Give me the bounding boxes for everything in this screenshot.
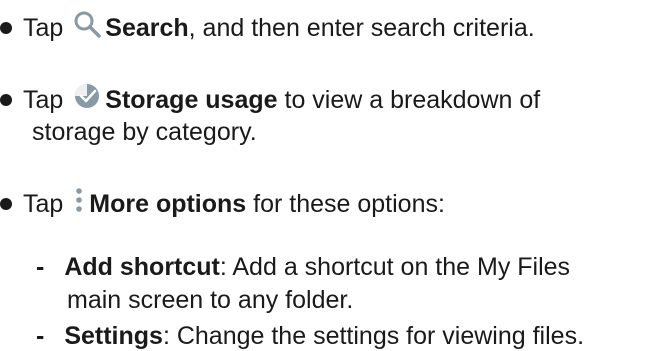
add-shortcut-description-continued: main screen to any folder.	[67, 286, 354, 314]
settings-description: : Change the settings for viewing files.	[162, 322, 585, 350]
tap-label: Tap	[23, 14, 64, 43]
bullet-dot	[0, 197, 12, 210]
add-shortcut-description: : Add a shortcut on the My Files	[219, 253, 571, 281]
more-options-description: for these options:	[246, 190, 445, 219]
subitem-add-shortcut: - Add shortcut: Add a shortcut on the My …	[36, 252, 570, 282]
subitem-settings: - Settings: Change the settings for viewi…	[36, 321, 584, 351]
more-options-icon	[73, 186, 85, 221]
bullet-item-search: Tap Search, and then enter search criter…	[0, 10, 535, 47]
search-term: Search	[105, 14, 189, 43]
storage-usage-description: to view a breakdown of	[277, 86, 541, 115]
storage-usage-term: Storage usage	[105, 86, 278, 115]
storage-usage-icon	[73, 82, 101, 117]
dash-marker: -	[36, 322, 45, 350]
tap-label: Tap	[23, 190, 64, 219]
storage-usage-description-continued: storage by category.	[32, 118, 257, 146]
dash-marker: -	[36, 253, 45, 281]
bullet-dot	[0, 21, 12, 34]
search-icon	[73, 10, 102, 45]
bullet-item-more-options: Tap More options for these options:	[0, 188, 445, 223]
tap-label: Tap	[23, 86, 64, 115]
more-options-term: More options	[89, 190, 247, 219]
bullet-item-storage-usage: Tap Storage usage to view a breakdown of	[0, 84, 540, 119]
search-description: , and then enter search criteria.	[188, 14, 535, 43]
bullet-dot	[0, 93, 12, 106]
add-shortcut-term: Add shortcut	[64, 253, 220, 281]
settings-term: Settings	[64, 322, 163, 350]
